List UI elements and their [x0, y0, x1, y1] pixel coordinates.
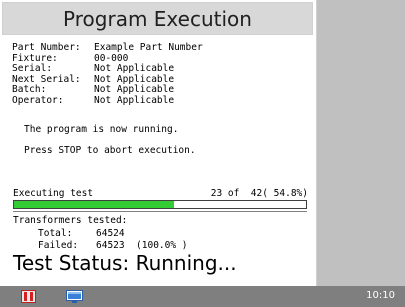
info-value: Example Part Number — [94, 42, 203, 53]
progress-count: 23 of 42( 54.8%) — [210, 188, 308, 199]
info-row-operator: Operator: Not Applicable — [12, 94, 312, 107]
taskbar — [0, 286, 405, 307]
info-label: Batch: — [12, 84, 47, 95]
info-label: Serial: — [12, 63, 53, 74]
total-value: 64524 — [96, 228, 125, 239]
stop-hint-message: Press STOP to abort execution. — [24, 145, 196, 156]
progress-label: Executing test — [13, 188, 94, 199]
total-row: Total: 64524 — [38, 228, 125, 239]
progress-header: Executing test 23 of 42( 54.8%) — [13, 188, 308, 200]
info-row-batch: Batch: Not Applicable — [12, 84, 312, 96]
total-label: Total: — [38, 228, 73, 239]
app-icon-bar — [24, 292, 27, 301]
page-title: Program Execution — [63, 6, 252, 31]
info-value: Not Applicable — [94, 63, 175, 74]
info-label: Part Number: — [12, 42, 81, 53]
progress-fill — [14, 201, 175, 208]
failed-value: 64523 (100.0% ) — [96, 240, 188, 251]
main-panel: Program Execution Part Number: Example P… — [0, 0, 317, 286]
app-icon-bar — [30, 292, 33, 301]
running-message: The program is now running. — [24, 124, 179, 135]
info-row-part-number: Part Number: Example Part Number — [12, 42, 312, 54]
title-bar: Program Execution — [2, 2, 313, 35]
side-panel — [317, 0, 405, 286]
part-info-block: Part Number: Example Part Number Fixture… — [12, 42, 312, 107]
info-row-serial: Serial: Not Applicable — [12, 63, 312, 75]
info-value: Not Applicable — [94, 94, 175, 106]
failed-row: Failed: 64523 (100.0% ) — [38, 240, 188, 251]
test-status: Test Status: Running... — [13, 251, 237, 275]
monitor-icon[interactable] — [66, 290, 83, 303]
device-screen: Program Execution Part Number: Example P… — [0, 0, 405, 307]
app-icon[interactable] — [21, 290, 36, 303]
progress-bar — [13, 200, 307, 209]
info-label: Operator: — [12, 94, 64, 106]
failed-label: Failed: — [38, 240, 79, 251]
info-value: Not Applicable — [94, 84, 175, 95]
clock: 10:10 — [366, 290, 395, 301]
divider — [13, 211, 307, 212]
tested-heading: Transformers tested: — [13, 215, 128, 226]
